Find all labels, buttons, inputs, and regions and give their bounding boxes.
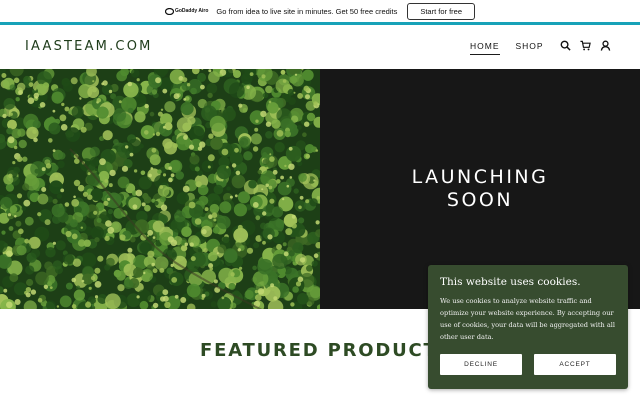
site-logo[interactable]: IAASTEAM.COM	[25, 39, 153, 54]
promo-text: Go from idea to live site in minutes. Ge…	[216, 6, 398, 16]
hero-title: LAUNCHING SOON	[380, 166, 580, 212]
start-for-free-button[interactable]: Start for free	[407, 2, 476, 20]
hero-title-line2: SOON	[446, 189, 514, 211]
godaddy-logo: GoDaddy Airo	[164, 7, 209, 15]
cookie-buttons: DECLINE ACCEPT	[440, 354, 616, 375]
godaddy-logo-icon	[164, 7, 174, 15]
godaddy-brand-text: GoDaddy Airo	[174, 8, 209, 14]
featured-products-heading: FEATURED PRODUCT	[200, 340, 438, 361]
decline-button[interactable]: DECLINE	[440, 354, 522, 375]
account-icon[interactable]	[600, 40, 611, 51]
main-nav: HOME SHOP	[470, 41, 544, 55]
hero-title-line1: LAUNCHING	[411, 166, 549, 188]
forest-canopy-graphic	[0, 69, 320, 309]
promo-bar: GoDaddy Airo Go from idea to live site i…	[0, 0, 640, 22]
header-icons	[560, 40, 611, 51]
cookie-banner: This website uses cookies. We use cookie…	[428, 265, 628, 389]
cookie-title: This website uses cookies.	[440, 276, 581, 288]
nav-home[interactable]: HOME	[470, 41, 500, 55]
cart-icon[interactable]	[580, 40, 591, 51]
search-icon[interactable]	[560, 40, 571, 51]
accept-button[interactable]: ACCEPT	[534, 354, 616, 375]
aerial-forest-image	[0, 69, 320, 309]
nav-shop[interactable]: SHOP	[516, 41, 544, 55]
cookie-body-text: We use cookies to analyze website traffi…	[440, 297, 615, 341]
site-header: IAASTEAM.COM HOME SHOP	[0, 25, 640, 69]
